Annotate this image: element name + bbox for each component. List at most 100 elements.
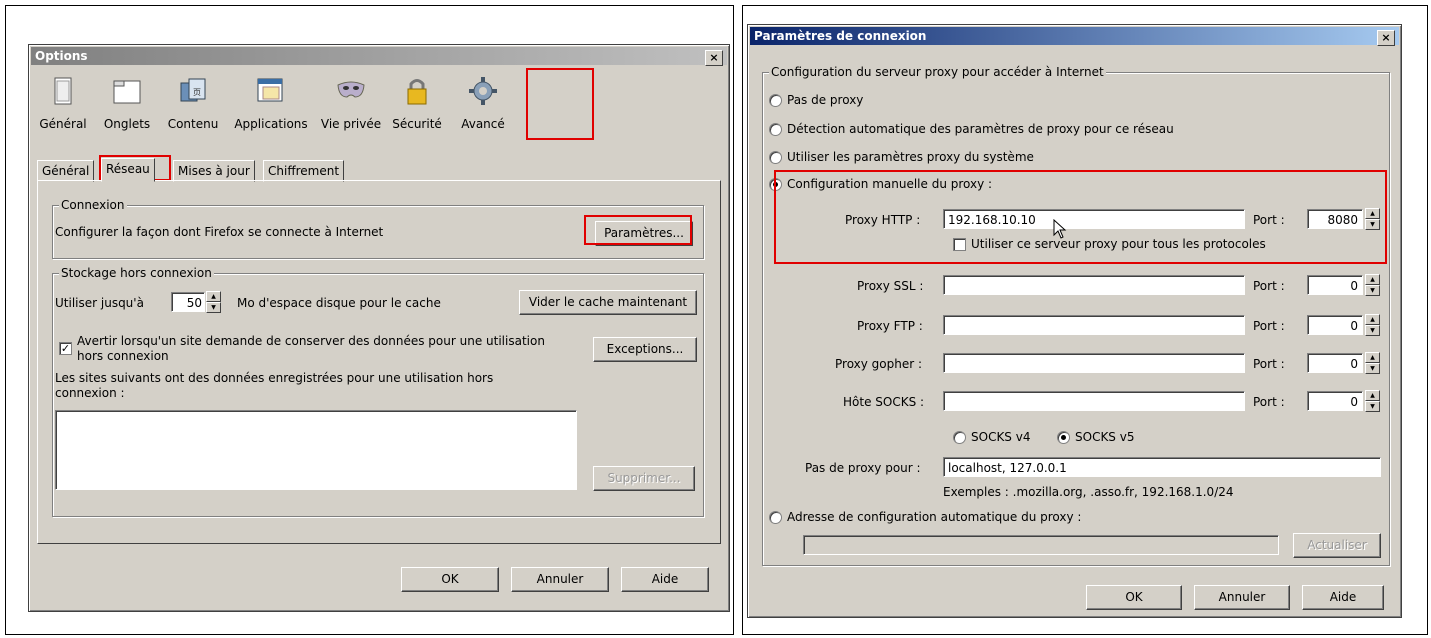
connexion-legend: Connexion	[59, 198, 127, 212]
spin-down-icon[interactable]: ▼	[1365, 285, 1380, 296]
sites-list[interactable]	[55, 410, 577, 490]
params-window: Paramètres de connexion × Configuration …	[747, 24, 1402, 618]
radio-socks-v5[interactable]	[1057, 431, 1070, 444]
proxy-group: Configuration du serveur proxy pour accé…	[762, 65, 1390, 566]
gopher-port-input[interactable]: 0	[1307, 353, 1363, 373]
radio-pac[interactable]	[769, 511, 782, 524]
spin-up-icon[interactable]: ▲	[1365, 352, 1380, 363]
cache-unit-label: Mo d'espace disque pour le cache	[237, 296, 441, 310]
spin-down-icon[interactable]: ▼	[1365, 363, 1380, 374]
help-button[interactable]: Aide	[1302, 585, 1384, 610]
ok-button[interactable]: OK	[401, 567, 499, 592]
params-title: Paramètres de connexion	[754, 29, 927, 43]
cache-size-stepper[interactable]: ▲ ▼	[206, 291, 221, 313]
toolbar-label: Sécurité	[392, 117, 442, 131]
spin-up-icon[interactable]: ▲	[1365, 274, 1380, 285]
close-icon[interactable]: ×	[1377, 30, 1395, 46]
cancel-button[interactable]: Annuler	[511, 567, 609, 592]
ssl-proxy-label: Proxy SSL :	[857, 279, 924, 293]
no-proxy-input[interactable]: localhost, 127.0.0.1	[943, 457, 1381, 477]
cache-size-input[interactable]: 50	[171, 292, 205, 312]
spin-up-icon[interactable]: ▲	[1365, 390, 1380, 401]
toolbar-applications[interactable]: Applications	[229, 69, 313, 147]
socks-port-input[interactable]: 0	[1307, 391, 1363, 411]
ftp-port-stepper[interactable]: ▲ ▼	[1365, 314, 1380, 336]
options-window: Options × Général Onglets 页 Contenu Appl…	[28, 44, 730, 612]
radio-no-proxy-label: Pas de proxy	[787, 93, 864, 107]
ssl-port-input[interactable]: 0	[1307, 275, 1363, 295]
toolbar-label: Général	[39, 117, 87, 131]
sites-label-line1: Les sites suivants ont des données enreg…	[55, 371, 494, 385]
toolbar-tabs[interactable]: Onglets	[97, 69, 157, 147]
socks-port-label: Port :	[1253, 395, 1285, 409]
tabs-icon	[113, 80, 141, 104]
socks-host-input[interactable]	[943, 391, 1245, 411]
applications-icon	[257, 78, 283, 102]
radio-socks-v4[interactable]	[953, 431, 966, 444]
tab-panel: Connexion Configurer la façon dont Firef…	[37, 180, 721, 544]
options-tabs: Général Réseau Mises à jour Chiffrement	[37, 158, 717, 182]
highlight-advanced	[526, 68, 594, 140]
ftp-port-label: Port :	[1253, 319, 1285, 333]
tab-encryption[interactable]: Chiffrement	[263, 160, 345, 182]
toolbar-label: Contenu	[167, 117, 219, 131]
toolbar-security[interactable]: Sécurité	[387, 69, 447, 147]
warn-label-line1: Avertir lorsqu'un site demande de conser…	[77, 334, 545, 348]
socks-host-label: Hôte SOCKS :	[843, 395, 925, 409]
gopher-port-stepper[interactable]: ▲ ▼	[1365, 352, 1380, 374]
spin-down-icon[interactable]: ▼	[1365, 401, 1380, 412]
socks-v5-label: SOCKS v5	[1075, 430, 1135, 444]
reload-button[interactable]: Actualiser	[1293, 533, 1381, 558]
proxy-legend: Configuration du serveur proxy pour accé…	[769, 65, 1106, 79]
pac-url-input[interactable]	[803, 535, 1279, 555]
toolbar-general[interactable]: Général	[33, 69, 93, 147]
ssl-port-value: 0	[1350, 279, 1358, 293]
warn-checkbox[interactable]: ✓	[59, 342, 72, 355]
options-titlebar: Options ×	[31, 47, 727, 66]
radio-pac-label: Adresse de configuration automatique du …	[787, 510, 1082, 524]
highlight-settings-button	[584, 215, 692, 245]
gopher-port-label: Port :	[1253, 357, 1285, 371]
lock-icon	[407, 79, 427, 105]
spin-down-icon[interactable]: ▼	[1365, 325, 1380, 336]
gopher-proxy-label: Proxy gopher :	[835, 357, 923, 371]
ftp-proxy-input[interactable]	[943, 315, 1245, 335]
ssl-port-label: Port :	[1253, 279, 1285, 293]
cancel-button[interactable]: Annuler	[1194, 585, 1290, 610]
exceptions-button[interactable]: Exceptions...	[593, 337, 697, 362]
toolbar-privacy[interactable]: Vie privée	[319, 69, 383, 147]
radio-system[interactable]	[769, 151, 782, 164]
ssl-port-stepper[interactable]: ▲ ▼	[1365, 274, 1380, 296]
toolbar-advanced[interactable]: Avancé	[453, 69, 513, 147]
toolbar-content[interactable]: 页 Contenu	[161, 69, 225, 147]
ok-button[interactable]: OK	[1086, 585, 1182, 610]
radio-no-proxy[interactable]	[769, 94, 782, 107]
spin-up-icon[interactable]: ▲	[206, 291, 221, 302]
socks-port-stepper[interactable]: ▲ ▼	[1365, 390, 1380, 412]
delete-button[interactable]: Supprimer...	[593, 466, 695, 491]
examples-text: Exemples : .mozilla.org, .asso.fr, 192.1…	[943, 485, 1234, 499]
gopher-proxy-input[interactable]	[943, 353, 1245, 373]
close-icon[interactable]: ×	[705, 50, 723, 66]
svg-text:页: 页	[193, 88, 201, 97]
toolbar-label: Vie privée	[320, 117, 382, 131]
help-button[interactable]: Aide	[621, 567, 709, 592]
cache-size-value: 50	[186, 296, 202, 310]
warn-label-line2: hors connexion	[77, 349, 169, 363]
connexion-text: Configurer la façon dont Firefox se conn…	[55, 225, 384, 239]
no-proxy-value: localhost, 127.0.0.1	[948, 461, 1067, 475]
socks-v4-label: SOCKS v4	[971, 430, 1031, 444]
spin-down-icon[interactable]: ▼	[206, 302, 221, 313]
tab-network[interactable]: Réseau	[101, 158, 155, 182]
toolbar-label: Onglets	[103, 117, 151, 131]
gear-icon	[469, 77, 497, 105]
radio-auto-detect-label: Détection automatique des paramètres de …	[787, 122, 1174, 136]
radio-auto-detect[interactable]	[769, 123, 782, 136]
ssl-proxy-input[interactable]	[943, 275, 1245, 295]
storage-group: Stockage hors connexion Utiliser jusqu'à…	[52, 266, 704, 517]
ftp-port-input[interactable]: 0	[1307, 315, 1363, 335]
tab-general[interactable]: Général	[37, 160, 95, 182]
spin-up-icon[interactable]: ▲	[1365, 314, 1380, 325]
clear-cache-button[interactable]: Vider le cache maintenant	[519, 290, 697, 315]
tab-updates[interactable]: Mises à jour	[173, 160, 255, 182]
